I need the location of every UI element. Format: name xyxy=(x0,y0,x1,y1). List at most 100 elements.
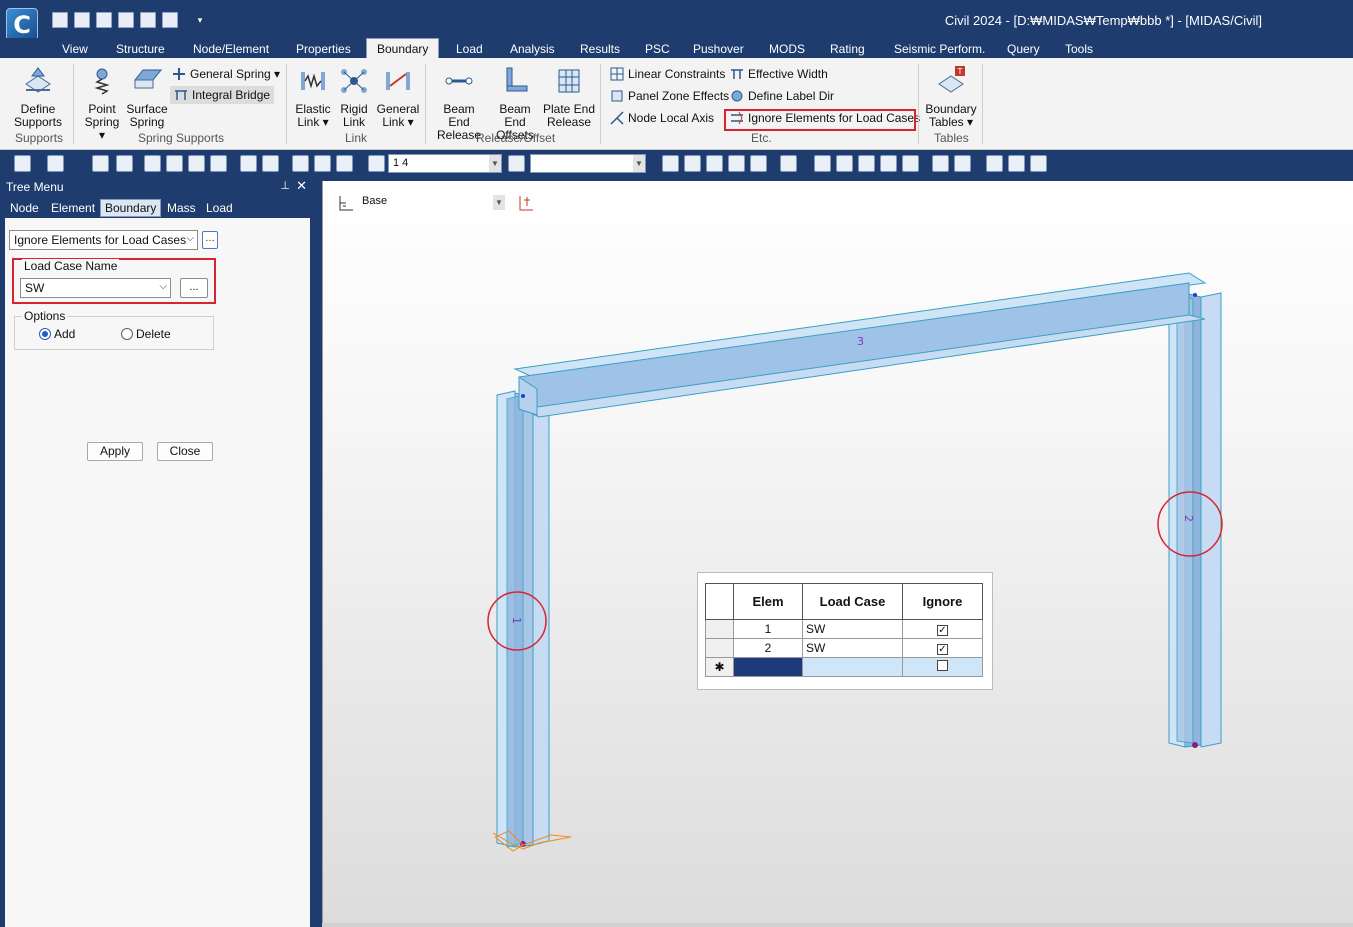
cell-load-case-new[interactable] xyxy=(802,657,903,677)
general-link-button[interactable]: General Link ▾ xyxy=(376,66,420,129)
customize-qat-icon[interactable]: ▾ xyxy=(194,12,206,30)
chevron-down-icon[interactable]: ▼ xyxy=(493,195,505,210)
tab-node-element[interactable]: Node/Element xyxy=(193,40,269,58)
view-front-icon[interactable] xyxy=(814,155,831,172)
chevron-down-icon[interactable]: ▼ xyxy=(489,155,501,172)
effective-width-button[interactable]: Effective Width xyxy=(730,67,828,81)
define-supports-button[interactable]: Define Supports xyxy=(12,66,64,129)
tab-results[interactable]: Results xyxy=(580,40,620,58)
view-iso-icon[interactable] xyxy=(858,155,875,172)
cell-elem-new[interactable] xyxy=(733,657,803,677)
display-icon[interactable] xyxy=(880,155,897,172)
table-row[interactable]: 2 SW ✓ xyxy=(705,638,983,658)
radio-unselected-icon[interactable] xyxy=(121,328,133,340)
cell-ignore-new[interactable] xyxy=(902,657,983,677)
function-more-button[interactable]: … xyxy=(202,231,218,249)
panel-zone-effects-button[interactable]: Panel Zone Effects xyxy=(610,89,729,103)
define-label-dir-button[interactable]: Define Label Dir xyxy=(730,89,834,103)
tab-view[interactable]: View xyxy=(62,40,88,58)
apply-button[interactable]: Apply xyxy=(87,442,143,461)
function-select[interactable]: Ignore Elements for Load Cases ⌵ xyxy=(9,230,198,250)
node-marker[interactable] xyxy=(521,394,525,398)
row-header[interactable] xyxy=(705,638,734,658)
pin-icon[interactable]: ⊥ xyxy=(280,179,290,192)
model-viewport[interactable]: 3 1 2 Base ▼ Elem Load Case Ignore 1 SW … xyxy=(322,181,1353,923)
select-single-icon[interactable] xyxy=(144,155,161,172)
boundary-tables-button[interactable]: T Boundary Tables ▾ xyxy=(924,66,978,129)
linear-constraints-button[interactable]: Linear Constraints xyxy=(610,67,725,81)
tree-tab-boundary[interactable]: Boundary xyxy=(100,199,162,217)
open-file-icon[interactable] xyxy=(74,12,90,28)
new-file-icon[interactable] xyxy=(52,12,68,28)
checkbox-checked-icon[interactable]: ✓ xyxy=(937,644,948,655)
chevron-down-icon[interactable]: ▼ xyxy=(633,155,645,172)
app-logo[interactable]: C xyxy=(6,8,38,42)
save-as-icon[interactable] xyxy=(118,12,134,28)
tree-tab-load[interactable]: Load xyxy=(202,200,237,216)
filter-combo[interactable]: ▼ xyxy=(530,154,646,173)
point-spring-button[interactable]: Point Spring ▾ xyxy=(80,66,124,142)
tab-mods[interactable]: MODS xyxy=(769,40,805,58)
monitor-icon[interactable] xyxy=(902,155,919,172)
copy-icon[interactable] xyxy=(986,155,1003,172)
pointer-icon[interactable] xyxy=(368,155,385,172)
print-icon[interactable] xyxy=(140,12,156,28)
new-row[interactable]: ✱ xyxy=(705,657,983,677)
tree-tab-node[interactable]: Node xyxy=(6,200,43,216)
option-add-radio[interactable]: Add xyxy=(39,327,75,341)
chevron-down-icon[interactable]: ⌵ xyxy=(159,281,167,292)
tab-psc[interactable]: PSC xyxy=(645,40,670,58)
load-case-more-button[interactable]: ... xyxy=(180,278,208,298)
node-numbering-icon[interactable] xyxy=(932,155,949,172)
ucs-plane-2-icon[interactable] xyxy=(517,194,535,212)
option-delete-radio[interactable]: Delete xyxy=(121,327,171,341)
cell-ignore[interactable]: ✓ xyxy=(902,619,983,639)
undo-icon[interactable] xyxy=(14,155,31,172)
cell-elem[interactable]: 2 xyxy=(733,638,803,658)
inactivate-icon[interactable] xyxy=(684,155,701,172)
general-spring-button[interactable]: General Spring ▾ xyxy=(172,67,280,81)
tab-query[interactable]: Query xyxy=(1007,40,1040,58)
load-case-select[interactable]: SW ⌵ xyxy=(20,278,171,298)
element-filter-icon[interactable] xyxy=(508,155,525,172)
surface-spring-button[interactable]: Surface Spring xyxy=(126,66,168,129)
tab-structure[interactable]: Structure xyxy=(116,40,165,58)
ucs-plane-icon[interactable] xyxy=(337,194,355,212)
integral-bridge-button[interactable]: Integral Bridge xyxy=(170,86,275,104)
tree-tab-element[interactable]: Element xyxy=(47,200,99,216)
activate-all-icon[interactable] xyxy=(728,155,745,172)
redo-icon[interactable] xyxy=(47,155,64,172)
plane-select[interactable]: Base ▼ xyxy=(359,194,505,212)
activate-icon[interactable] xyxy=(662,155,679,172)
cell-elem[interactable]: 1 xyxy=(733,619,803,639)
tab-load[interactable]: Load xyxy=(456,40,483,58)
close-button[interactable]: Close xyxy=(157,442,213,461)
plate-end-release-button[interactable]: Plate End Release xyxy=(542,66,596,129)
unlock-icon[interactable] xyxy=(1030,155,1047,172)
invert-icon[interactable] xyxy=(706,155,723,172)
model-drawing[interactable]: 3 1 2 xyxy=(323,181,1353,923)
elastic-link-button[interactable]: Elastic Link ▾ xyxy=(294,66,332,129)
select-intersect-icon[interactable] xyxy=(188,155,205,172)
select-polygon-icon[interactable] xyxy=(116,155,133,172)
activate-previous-icon[interactable] xyxy=(750,155,767,172)
col-header-load-case[interactable]: Load Case xyxy=(802,583,903,620)
selection-id-input[interactable]: 1 4 ▼ xyxy=(388,154,502,173)
tab-tools[interactable]: Tools xyxy=(1065,40,1093,58)
close-icon[interactable]: ✕ xyxy=(296,178,307,194)
print-preview-icon[interactable] xyxy=(162,12,178,28)
zoom-fit-icon[interactable] xyxy=(780,155,797,172)
checkbox-checked-icon[interactable]: ✓ xyxy=(937,625,948,636)
tab-seismic-perform[interactable]: Seismic Perform. xyxy=(894,40,985,58)
rigid-link-button[interactable]: Rigid Link xyxy=(336,66,372,129)
cell-load-case[interactable]: SW xyxy=(802,619,903,639)
radio-selected-icon[interactable] xyxy=(39,328,51,340)
tab-properties[interactable]: Properties xyxy=(296,40,351,58)
checkbox-unchecked-icon[interactable] xyxy=(937,660,948,671)
element-numbering-icon[interactable] xyxy=(954,155,971,172)
tab-rating[interactable]: Rating xyxy=(830,40,865,58)
tab-analysis[interactable]: Analysis xyxy=(510,40,555,58)
select-window-icon[interactable] xyxy=(92,155,109,172)
chevron-down-icon[interactable]: ⌵ xyxy=(186,233,194,244)
select-window-active-icon[interactable] xyxy=(166,155,183,172)
